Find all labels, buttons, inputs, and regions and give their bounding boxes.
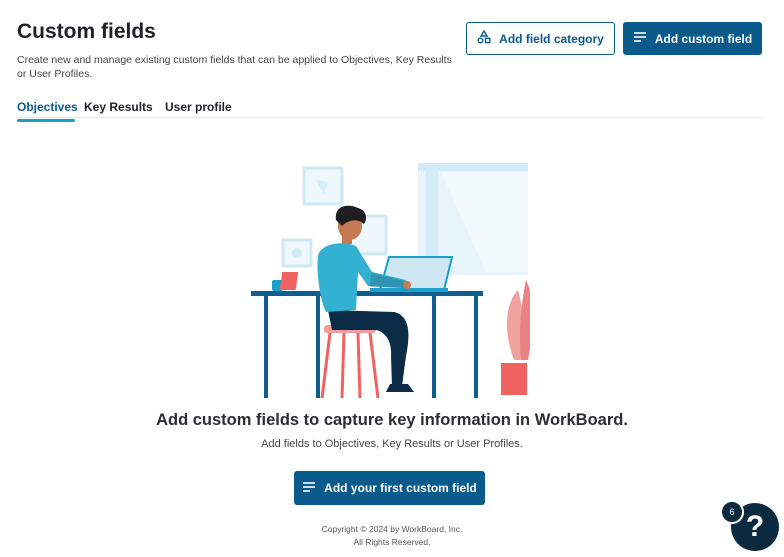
shapes-icon: [477, 29, 491, 47]
empty-state-title: Add custom fields to capture key informa…: [156, 411, 628, 429]
footer: Copyright © 2024 by WorkBoard, Inc. All …: [0, 523, 784, 549]
page-title: Custom fields: [17, 20, 156, 43]
page-description: Create new and manage existing custom fi…: [17, 54, 452, 80]
lines-icon: [633, 31, 647, 46]
footer-copyright: Copyright © 2024 by WorkBoard, Inc.: [321, 524, 463, 534]
active-tab-indicator: [17, 119, 75, 122]
lines-icon: [302, 481, 316, 496]
add-field-category-button[interactable]: Add field category: [466, 22, 615, 55]
add-first-custom-field-button[interactable]: Add your first custom field: [294, 471, 485, 505]
footer-rights: All Rights Reserved.: [353, 537, 431, 547]
tab-user-profile[interactable]: User profile: [165, 100, 232, 114]
add-custom-field-label: Add custom field: [654, 31, 753, 46]
tab-objectives[interactable]: Objectives: [17, 100, 78, 114]
help-notification-badge: 6: [720, 500, 744, 524]
add-custom-field-button[interactable]: Add custom field: [623, 22, 762, 55]
tab-key-results[interactable]: Key Results: [84, 100, 153, 114]
question-mark-icon: ?: [745, 510, 765, 543]
add-field-category-label: Add field category: [499, 31, 604, 46]
add-first-custom-field-label: Add your first custom field: [324, 481, 477, 495]
empty-state-subtitle: Add fields to Objectives, Key Results or…: [261, 438, 523, 450]
tab-bar: Objectives Key Results User profile: [17, 100, 762, 122]
empty-state-illustration: [246, 160, 533, 400]
